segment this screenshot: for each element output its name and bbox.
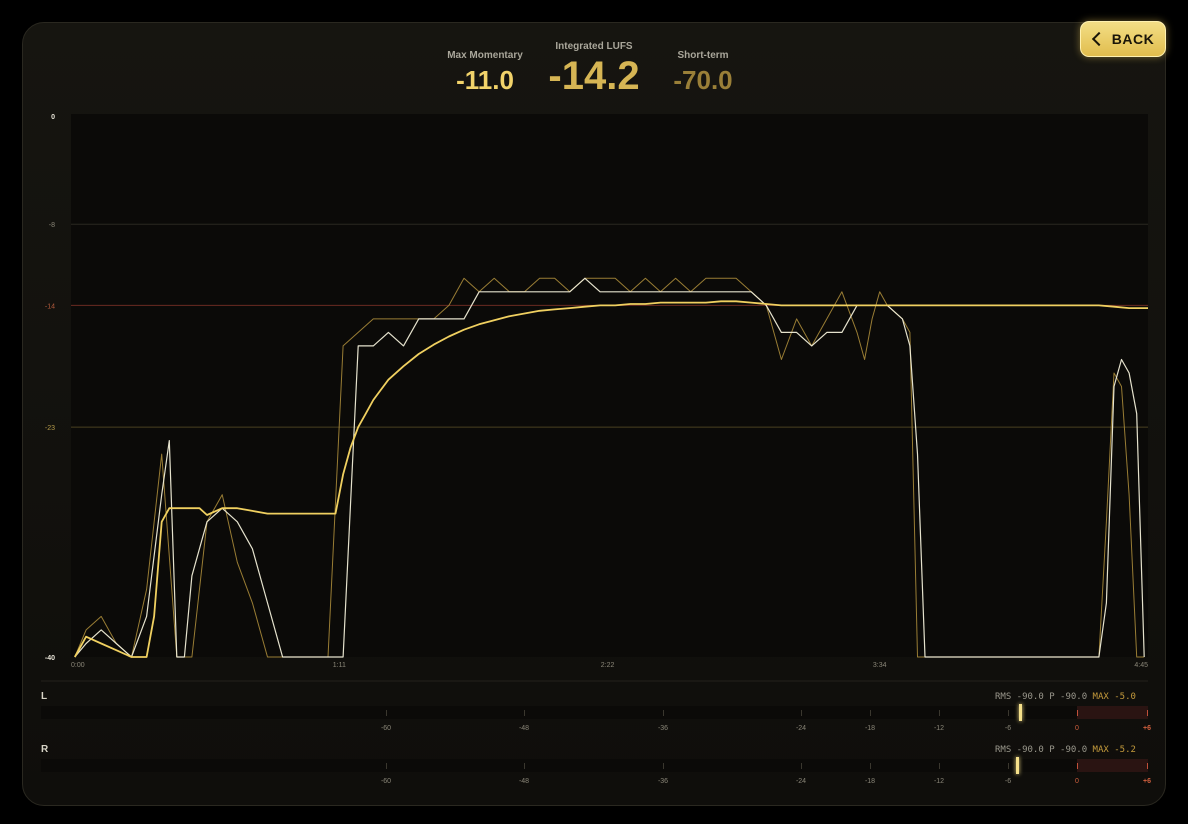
meter-scale-label: -12 [933, 778, 945, 785]
rms-readout: RMS -90.0 [995, 692, 1044, 702]
rms-readout: RMS -90.0 [995, 745, 1044, 755]
peak-readout: P -90.0 [1043, 745, 1088, 755]
meter-scale-label: -24 [795, 725, 807, 732]
x-tick-label: 4:45 [1134, 662, 1148, 669]
meter-readout: RMS -90.0 P -90.0 MAX -5.0 [995, 692, 1136, 702]
meter-bar [41, 759, 1148, 772]
meter-channel-label: L [41, 691, 48, 702]
meter-scale-label: -18 [864, 778, 876, 785]
meter-tick [801, 710, 802, 716]
y-tick-label: -40 [45, 655, 55, 662]
meter-scale-label: -60 [380, 778, 392, 785]
meter-tick [386, 763, 387, 769]
meter-tick [663, 710, 664, 716]
meter-max-indicator [1016, 757, 1020, 774]
meter-scale-label: +6 [1143, 778, 1151, 785]
max-readout: MAX -5.2 [1087, 745, 1136, 755]
meter-tick [870, 763, 871, 769]
meter-scale-label: 0 [1075, 725, 1079, 732]
peak-readout: P -90.0 [1043, 692, 1088, 702]
meter-tick [524, 763, 525, 769]
meter-tick [1008, 763, 1009, 769]
meter-tick [524, 710, 525, 716]
y-tick-label: -23 [45, 425, 55, 432]
x-tick-label: 1:11 [333, 662, 346, 669]
meter-scale-label: -36 [657, 778, 669, 785]
meter-tick [1147, 710, 1148, 716]
chart-plot-area [71, 114, 1148, 657]
max-readout: MAX -5.0 [1087, 692, 1136, 702]
meter-tick [386, 710, 387, 716]
meter-clip-zone [1077, 759, 1148, 772]
meter-scale-label: -24 [795, 778, 807, 785]
y-tick-label: -14 [45, 303, 55, 310]
meter-tick [870, 710, 871, 716]
meter-scale-label: -48 [518, 725, 530, 732]
meter-tick [939, 763, 940, 769]
meter-scale-label: -18 [864, 725, 876, 732]
meter-scale-label: -6 [1004, 778, 1012, 785]
meter-tick [1077, 710, 1078, 716]
x-tick-label: 3:34 [873, 662, 887, 669]
meter-tick [663, 763, 664, 769]
meter-bar [41, 706, 1148, 719]
meter-clip-zone [1077, 706, 1148, 719]
y-tick-label: -8 [49, 222, 55, 229]
x-tick-label: 0:00 [71, 662, 85, 669]
meter-tick [939, 710, 940, 716]
meter-channel-label: R [41, 744, 49, 755]
meter-scale-label: -12 [933, 725, 945, 732]
meter-scale-label: -48 [518, 778, 530, 785]
meter-scale-label: -60 [380, 725, 392, 732]
meter-tick [1077, 763, 1078, 769]
meter-scale-label: -36 [657, 725, 669, 732]
meter-scale-label: 0 [1075, 778, 1079, 785]
x-tick-label: 2:22 [601, 662, 615, 669]
meter-tick [1147, 763, 1148, 769]
meter-tick [1008, 710, 1009, 716]
meter-scale-label: +6 [1143, 725, 1151, 732]
meter-tick [801, 763, 802, 769]
meter-readout: RMS -90.0 P -90.0 MAX -5.2 [995, 745, 1136, 755]
meter-max-indicator [1018, 704, 1022, 721]
meter-scale-label: -6 [1004, 725, 1012, 732]
y-tick-label: 0 [51, 114, 55, 121]
